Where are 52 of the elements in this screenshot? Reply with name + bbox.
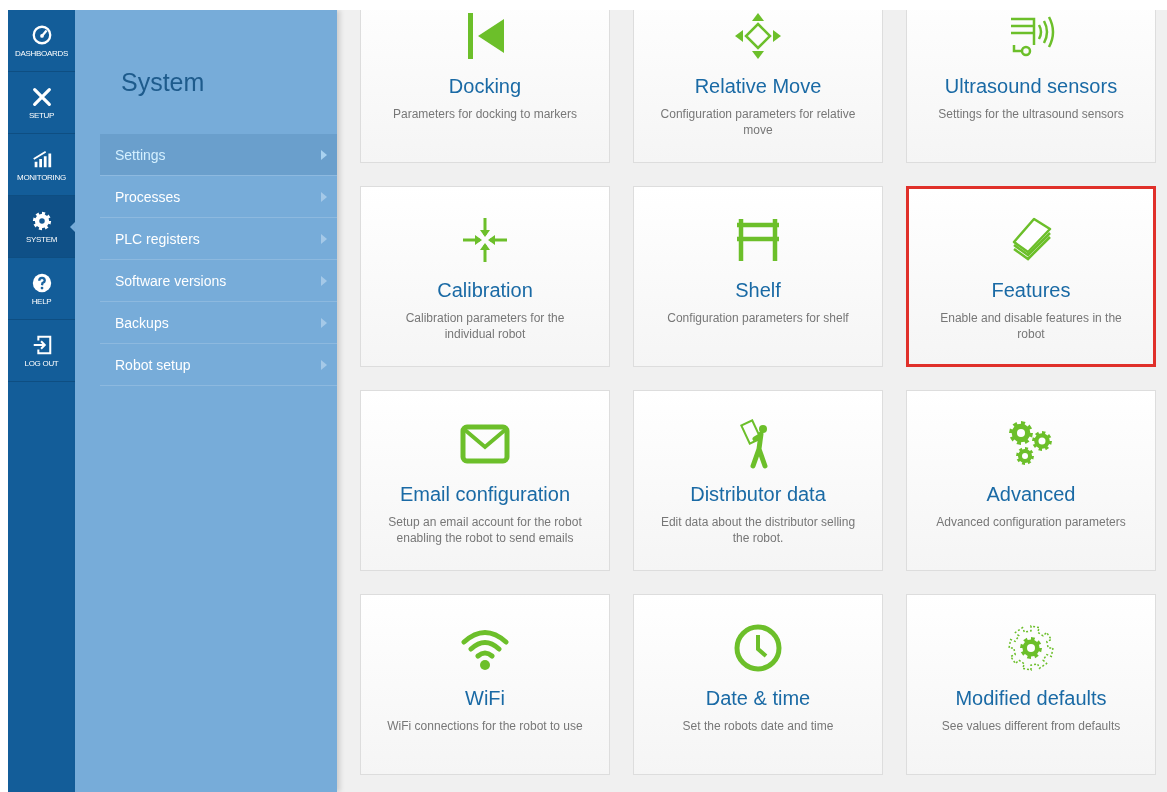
settings-card[interactable]: Distributor data Edit data about the distributor selling the robot. <box>633 390 883 571</box>
card-title: Email configuration <box>399 483 571 506</box>
card-description: WiFi connections for the robot to use <box>387 718 583 734</box>
tools-icon <box>30 85 53 108</box>
clock-icon <box>733 623 783 673</box>
card-title: Relative Move <box>694 75 822 98</box>
chevron-icon <box>321 149 327 160</box>
card-title: Ultrasound sensors <box>944 75 1118 98</box>
chevron-icon <box>321 233 327 244</box>
move-arrows-icon <box>733 11 783 61</box>
converging-arrows-icon <box>460 215 510 265</box>
card-title: Features <box>991 279 1071 302</box>
settings-card[interactable]: Email configuration Setup an email account for the robot enabling the robot to send emails <box>360 390 610 571</box>
settings-card[interactable]: Relative Move Configuration parameters for relative move <box>633 10 883 163</box>
card-title: Distributor data <box>690 483 826 506</box>
card-description: Setup an email account for the robot enabling the robot to send emails <box>387 514 583 546</box>
chevron-icon <box>321 191 327 202</box>
chevron-icon <box>321 317 327 328</box>
settings-card[interactable]: Calibration Calibration parameters for the individual robot <box>360 186 610 367</box>
section-title: System <box>121 68 206 98</box>
nav-item[interactable]: SYSTEM <box>8 196 75 258</box>
card-title: Calibration <box>437 279 533 302</box>
help-icon <box>30 271 53 294</box>
card-description: Configuration parameters for shelf <box>667 310 849 326</box>
card-description: See values different from defaults <box>941 718 1121 734</box>
card-description: Parameters for docking to markers <box>392 106 578 122</box>
card-title: Date & time <box>705 687 811 710</box>
settings-card[interactable]: Docking Parameters for docking to markers <box>360 10 610 163</box>
card-title: WiFi <box>465 687 505 710</box>
card-title: Advanced <box>986 483 1076 506</box>
card-title: Modified defaults <box>955 687 1107 710</box>
card-description: Edit data about the distributor selling the robot. <box>659 514 857 546</box>
card-description: Set the robots date and time <box>682 718 834 734</box>
chevron-icon <box>321 275 327 286</box>
chevron-icon <box>321 359 327 370</box>
dotted-gear-icon <box>1006 623 1056 673</box>
settings-card[interactable]: Modified defaults See values different from defaults <box>906 594 1156 775</box>
settings-card[interactable]: Date & time Set the robots date and time <box>633 594 883 775</box>
settings-card[interactable]: Shelf Configuration parameters for shelf <box>633 186 883 367</box>
card-description: Advanced configuration parameters <box>936 514 1126 530</box>
gear-icon <box>30 209 53 232</box>
settings-card[interactable]: Advanced Advanced configuration parameters <box>906 390 1156 571</box>
card-description: Settings for the ultrasound sensors <box>938 106 1124 122</box>
card-description: Enable and disable features in the robot <box>939 310 1123 342</box>
card-title: Shelf <box>735 279 781 302</box>
card-title: Docking <box>448 75 522 98</box>
card-description: Calibration parameters for the individual robot <box>404 310 566 342</box>
settings-card[interactable]: WiFi WiFi connections for the robot to use <box>360 594 610 775</box>
card-description: Configuration parameters for relative move <box>659 106 857 138</box>
gauge-icon <box>30 23 53 46</box>
settings-card[interactable]: Ultrasound sensors Settings for the ultrasound sensors <box>906 10 1156 163</box>
settings-card[interactable]: Features Enable and disable features in the robot <box>906 186 1156 367</box>
